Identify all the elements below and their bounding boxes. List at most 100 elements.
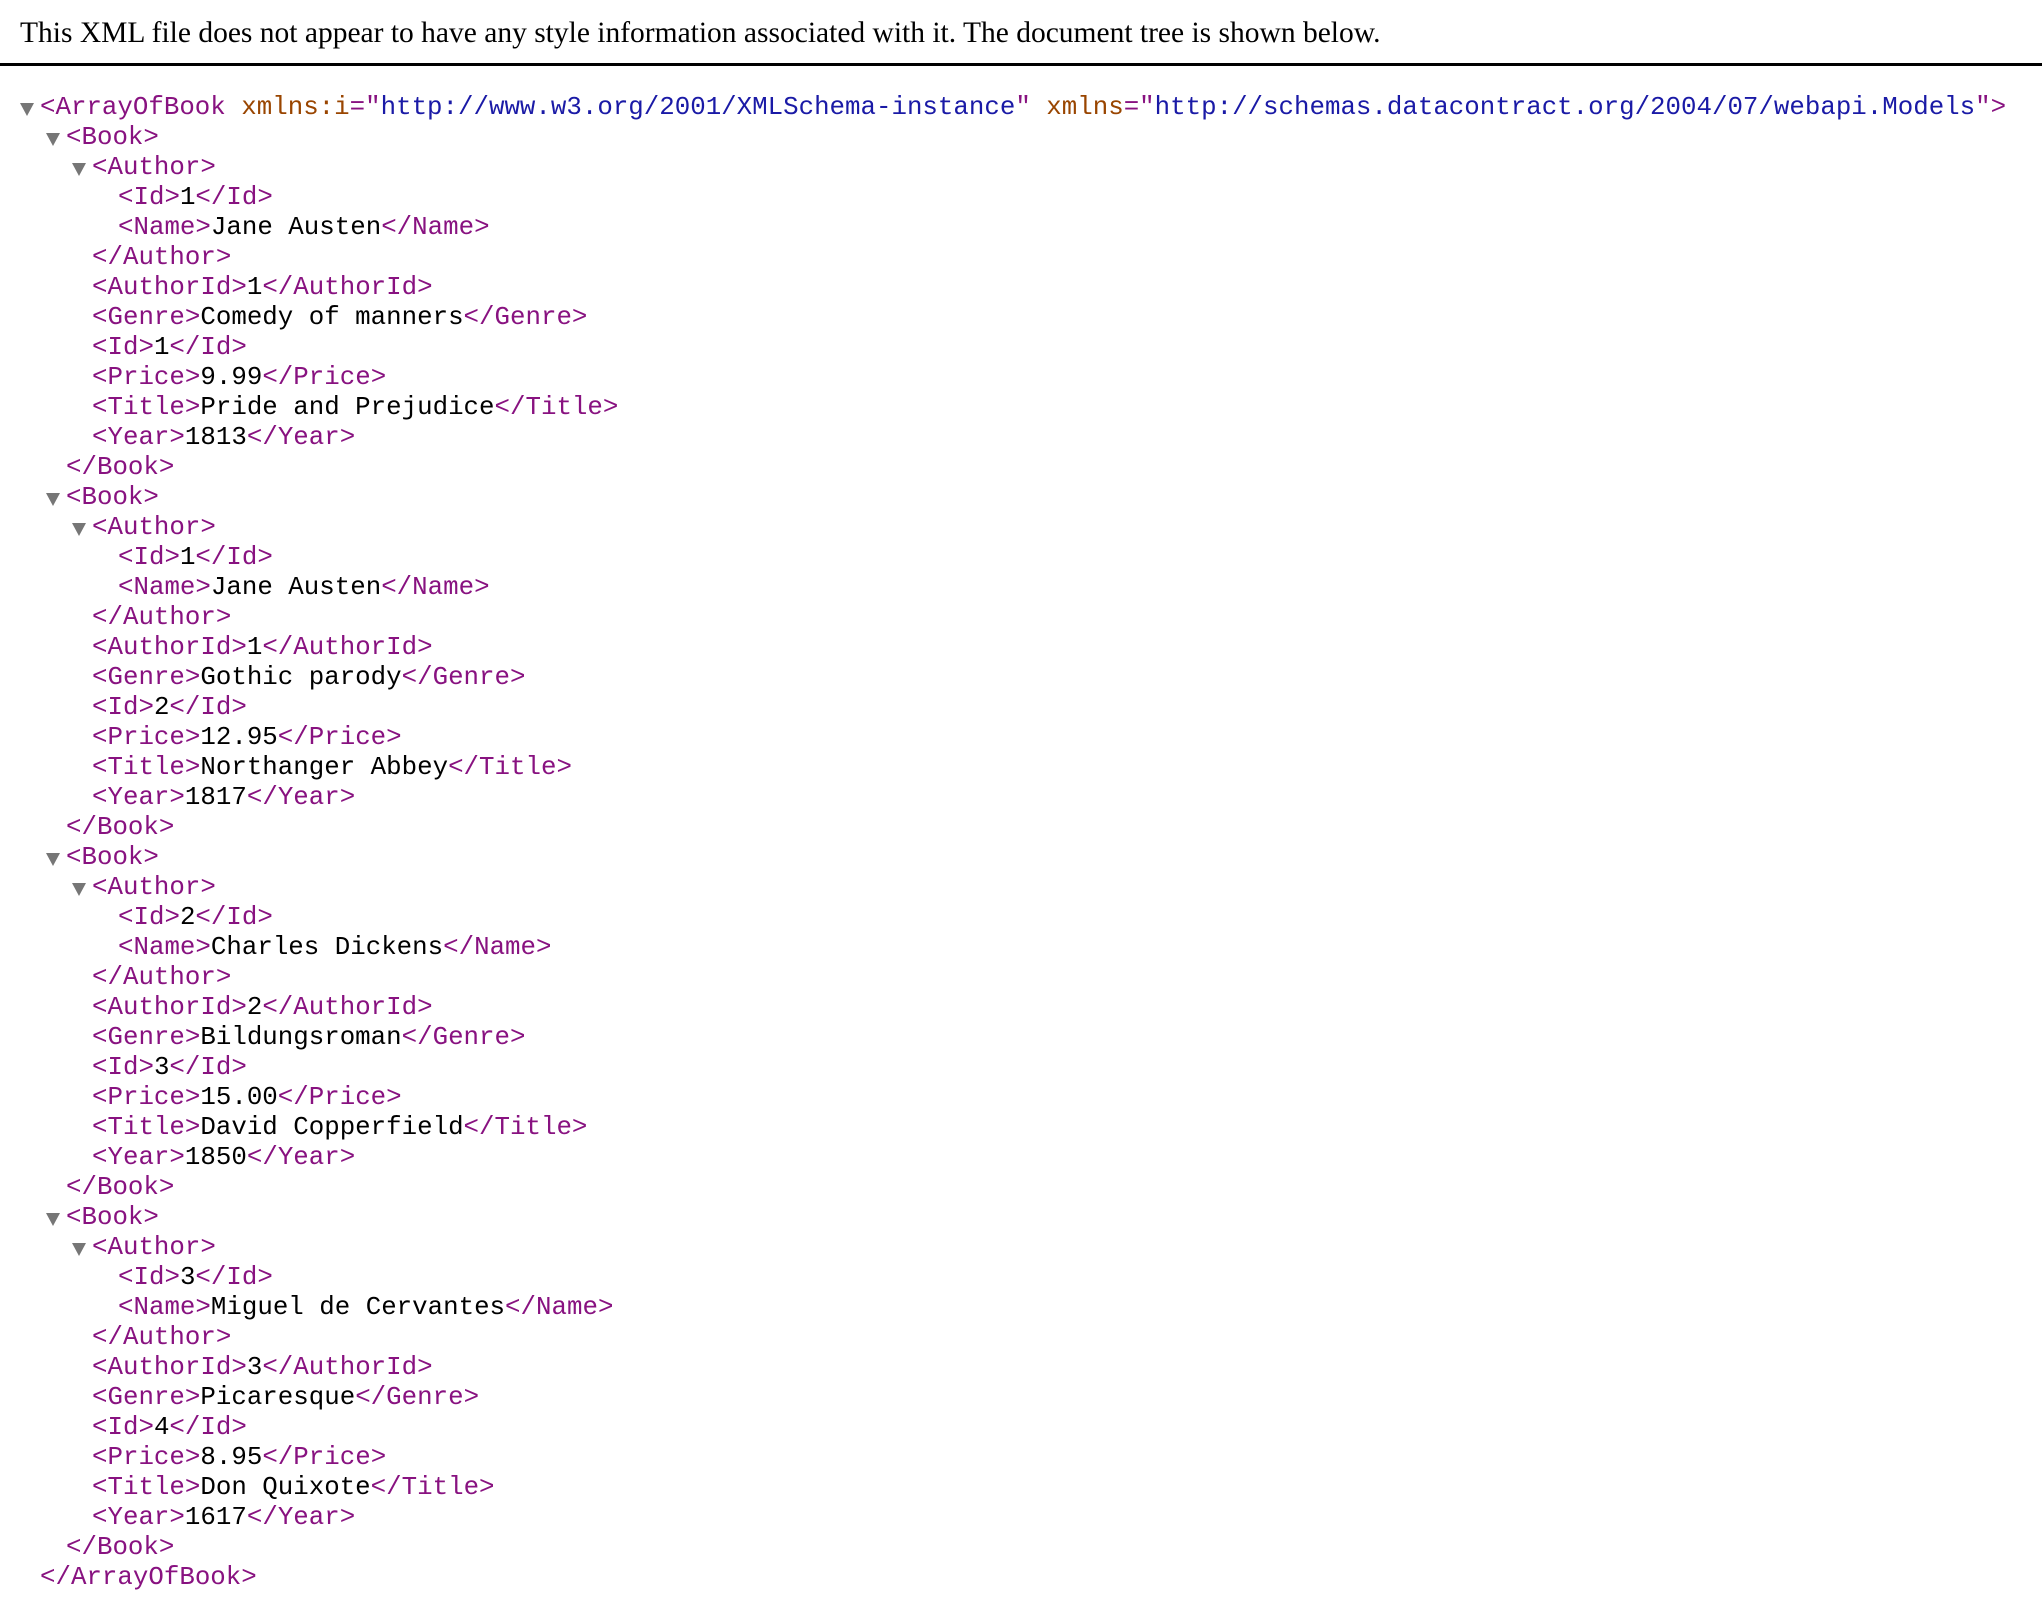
tag-bracket: > <box>417 273 433 302</box>
triangle-down-icon[interactable] <box>72 883 86 896</box>
triangle-down-icon[interactable] <box>46 853 60 866</box>
xml-line-code: <Name>Jane Austen</Name> <box>118 573 490 603</box>
tag-bracket: < <box>92 993 108 1022</box>
xml-line-code: </Author> <box>92 243 231 273</box>
xml-line-book: <Book> <box>0 843 2042 873</box>
tag-bracket: > <box>215 603 232 632</box>
xml-line-id: <Id>2</Id> <box>0 903 2042 933</box>
tag-bracket: < <box>66 483 82 512</box>
element-text: 2 <box>179 903 196 932</box>
tag-name: AuthorId <box>107 993 232 1022</box>
triangle-down-icon[interactable] <box>46 1213 60 1226</box>
triangle-down-icon[interactable] <box>20 103 34 116</box>
tag-bracket: > <box>386 723 402 752</box>
tag-bracket: > <box>169 1503 185 1532</box>
attribute-name: xmlns <box>1046 93 1124 122</box>
triangle-down-icon[interactable] <box>72 523 86 536</box>
tag-bracket: > <box>417 633 433 662</box>
tag-name: Id <box>200 693 232 722</box>
tag-bracket: </ <box>92 243 123 272</box>
triangle-down-icon[interactable] <box>72 163 86 176</box>
xml-line-code: </ArrayOfBook> <box>40 1563 257 1593</box>
tag-bracket: </ <box>66 453 97 482</box>
tag-name: Book <box>81 483 144 512</box>
tag-name: Id <box>226 543 258 572</box>
triangle-down-icon[interactable] <box>72 1243 86 1256</box>
xml-line-price: <Price>9.99</Price> <box>0 363 2042 393</box>
tag-name: Author <box>122 963 216 992</box>
triangle-down-icon[interactable] <box>46 133 60 146</box>
tag-name: Id <box>133 543 165 572</box>
tag-bracket: > <box>556 753 572 782</box>
tag-name: Price <box>107 723 185 752</box>
element-text: 3 <box>179 1263 196 1292</box>
xml-line-code: <Id>3</Id> <box>92 1053 247 1083</box>
tag-bracket: > <box>231 1413 247 1442</box>
tag-bracket: > <box>370 1443 387 1472</box>
tag-name: Id <box>133 1263 165 1292</box>
tag-bracket: > <box>339 783 356 812</box>
tag-bracket: < <box>92 1233 108 1262</box>
tag-bracket: < <box>118 933 134 962</box>
tag-name: Author <box>107 873 201 902</box>
xml-line-code: <Book> <box>66 843 159 873</box>
xml-line-name: <Name>Miguel de Cervantes</Name> <box>0 1293 2042 1323</box>
tag-bracket: > <box>184 663 201 692</box>
tag-name: Id <box>133 183 165 212</box>
tag-bracket: </ <box>277 1083 309 1112</box>
tag-bracket: > <box>138 693 154 722</box>
xml-line-author: </Author> <box>0 603 2042 633</box>
tag-bracket: </ <box>262 1443 294 1472</box>
tag-bracket: > <box>169 1143 185 1172</box>
tag-bracket: < <box>92 1023 108 1052</box>
tag-bracket: > <box>184 1113 201 1142</box>
xml-line-code: <AuthorId>1</AuthorId> <box>92 273 433 303</box>
tag-bracket: < <box>92 393 108 422</box>
xml-line-author: </Author> <box>0 1323 2042 1353</box>
tag-name: Id <box>107 1053 139 1082</box>
triangle-down-icon[interactable] <box>46 493 60 506</box>
tag-bracket: </ <box>494 393 526 422</box>
xml-line-code: <Price>12.95</Price> <box>92 723 402 753</box>
tag-bracket: > <box>257 183 273 212</box>
xml-line-author: <Author> <box>0 513 2042 543</box>
tag-name: Title <box>107 393 185 422</box>
element-text: 1 <box>179 183 196 212</box>
tag-bracket: > <box>138 1413 154 1442</box>
tag-bracket: </ <box>246 423 278 452</box>
tag-name: Year <box>107 1503 170 1532</box>
element-text: David Copperfield <box>200 1113 464 1142</box>
element-text: 12.95 <box>200 723 278 752</box>
element-text: 4 <box>153 1413 170 1442</box>
tag-name: Author <box>107 153 201 182</box>
xml-line-price: <Price>12.95</Price> <box>0 723 2042 753</box>
xml-line-title: <Title>David Copperfield</Title> <box>0 1113 2042 1143</box>
tag-bracket: < <box>92 1353 108 1382</box>
tag-name: Genre <box>107 1383 185 1412</box>
tag-name: Id <box>200 1053 232 1082</box>
tag-bracket: > <box>231 693 247 722</box>
tag-name: Name <box>536 1293 598 1322</box>
tag-bracket: > <box>158 1533 175 1562</box>
tag-bracket: < <box>92 303 108 332</box>
xml-line-authorid: <AuthorId>2</AuthorId> <box>0 993 2042 1023</box>
tag-name: Author <box>107 1233 201 1262</box>
tag-bracket: </ <box>262 363 294 392</box>
tag-name: Id <box>226 183 258 212</box>
tag-name: AuthorId <box>293 993 418 1022</box>
tag-name: Price <box>308 723 387 752</box>
tag-bracket: </ <box>195 543 227 572</box>
tag-bracket: > <box>143 1203 159 1232</box>
xml-line-year: <Year>1817</Year> <box>0 783 2042 813</box>
tag-bracket: > <box>195 1293 211 1322</box>
element-text: Jane Austen <box>210 213 382 242</box>
tag-name: Name <box>133 933 196 962</box>
tag-bracket: </ <box>66 1533 97 1562</box>
tag-name: ArrayOfBook <box>55 93 226 122</box>
element-text: 3 <box>246 1353 263 1382</box>
tag-bracket: </ <box>505 1293 537 1322</box>
xml-line-id: <Id>3</Id> <box>0 1263 2042 1293</box>
element-text: Jane Austen <box>210 573 382 602</box>
tag-bracket: > <box>479 1473 495 1502</box>
tag-name: Author <box>122 243 216 272</box>
